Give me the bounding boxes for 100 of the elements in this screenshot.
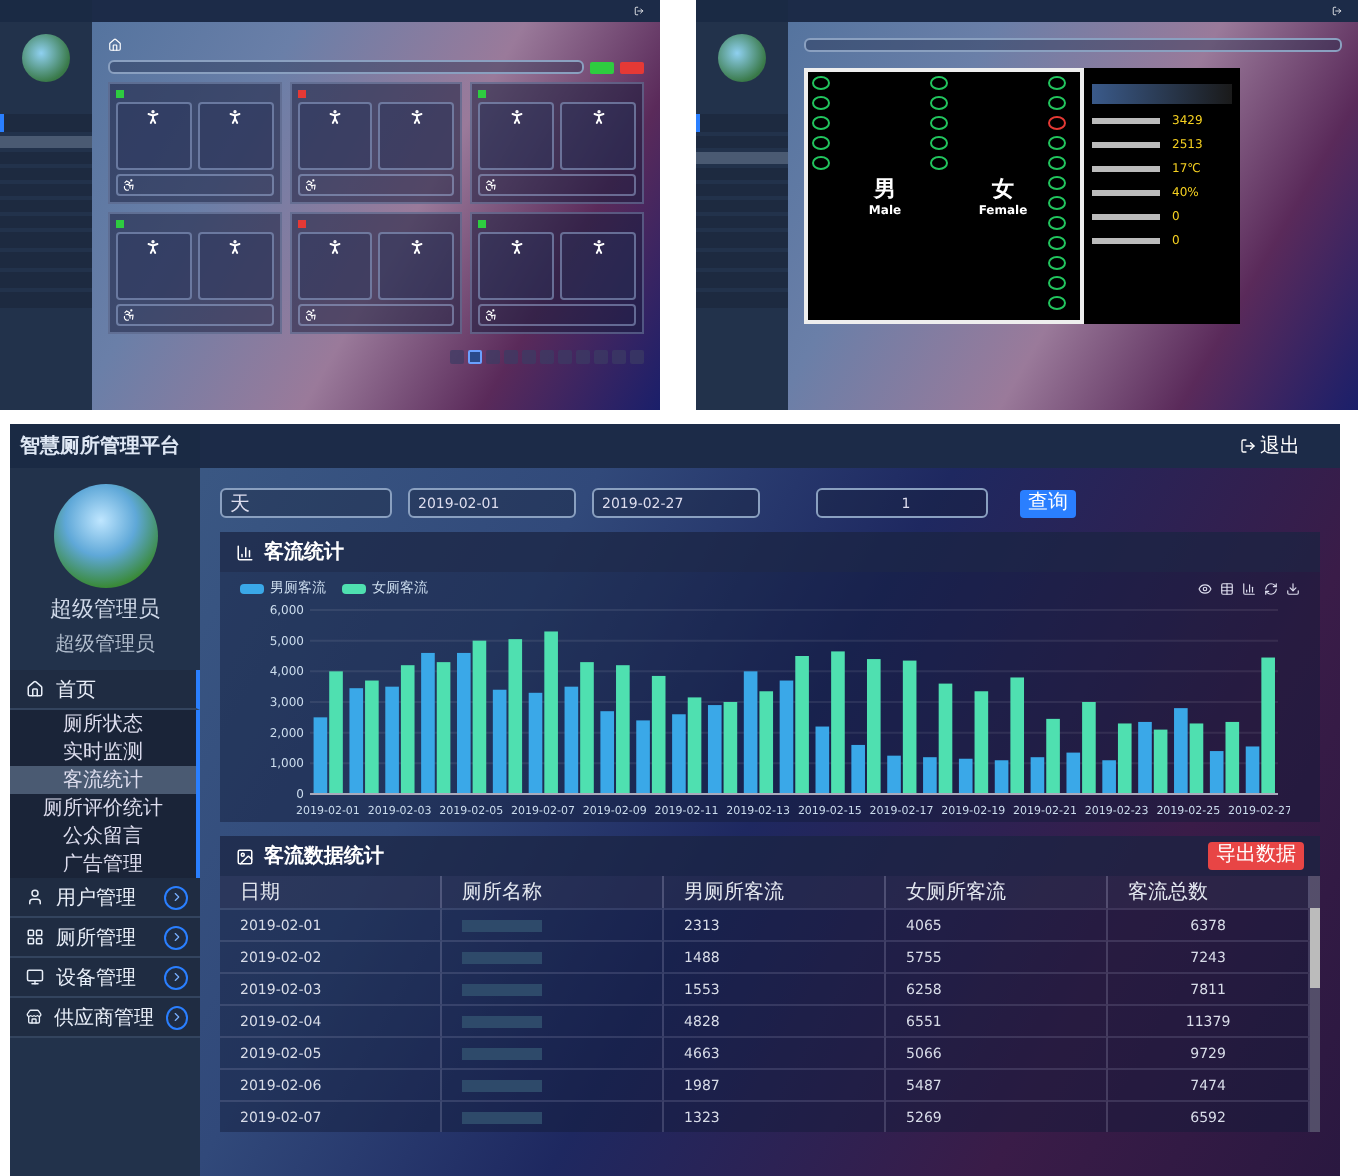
wheelchair-icon [122, 178, 136, 192]
home-icon [26, 680, 44, 698]
logout-icon[interactable] [634, 6, 644, 16]
nav-item[interactable]: 供应商管理 [10, 998, 200, 1038]
bar-chart-icon [236, 543, 254, 561]
scrollbar[interactable] [1310, 876, 1320, 1132]
user-icon [26, 888, 44, 906]
logout-icon [1240, 438, 1256, 454]
action-button[interactable] [620, 61, 644, 73]
chevron-icon [166, 1005, 188, 1029]
person-icon [326, 238, 345, 256]
column-header: 客流总数 [1108, 876, 1310, 908]
monitor-icon [26, 968, 44, 986]
chevron-icon [164, 965, 188, 989]
chevron-icon [164, 925, 188, 949]
grid-icon [26, 928, 44, 946]
wheelchair-icon [484, 308, 499, 322]
nav-item[interactable]: 厕所管理 [10, 918, 200, 958]
nav-subitem[interactable]: 厕所状态 [10, 710, 200, 738]
info-banner [1092, 84, 1232, 104]
person-icon [407, 238, 426, 256]
stat-label [1092, 166, 1160, 172]
nav-subitem[interactable] [696, 200, 788, 212]
download-icon[interactable] [1286, 581, 1300, 595]
logout-link[interactable]: 退出 [1240, 432, 1300, 460]
logout-icon[interactable] [1332, 6, 1342, 16]
column-header: 女厕所客流 [886, 876, 1109, 908]
column-header: 日期 [220, 876, 443, 908]
person-icon [144, 238, 163, 256]
redacted-name [462, 1079, 543, 1091]
stat-label [1092, 190, 1160, 196]
nav-item[interactable] [0, 114, 92, 132]
nav-subitem[interactable] [696, 168, 788, 180]
redacted-name [462, 919, 543, 931]
picture-icon [236, 847, 254, 865]
redacted-name [462, 1047, 543, 1059]
nav-subitem[interactable] [696, 216, 788, 228]
nav-subitem[interactable] [0, 200, 92, 212]
search-button[interactable]: 查询 [1020, 489, 1076, 517]
export-button[interactable]: 导出数据 [1208, 842, 1304, 870]
stat-label [1092, 238, 1160, 244]
person-icon [326, 108, 345, 126]
nav-item[interactable]: 首页 [10, 670, 200, 710]
nav-subitem[interactable]: 广告管理 [10, 850, 200, 878]
redacted-name [462, 951, 543, 963]
avatar [718, 34, 766, 82]
avatar [22, 34, 70, 82]
stat-label [1092, 214, 1160, 220]
nav-subitem[interactable]: 公众留言 [10, 822, 200, 850]
nav-subitem[interactable]: 实时监测 [10, 738, 200, 766]
user-role: 超级管理员 [55, 631, 155, 658]
wheelchair-icon [484, 178, 499, 192]
person-icon [407, 108, 426, 126]
legend-swatch [342, 583, 366, 593]
stat-label [1092, 118, 1160, 124]
store-icon [26, 1008, 43, 1026]
chevron-icon [164, 885, 188, 909]
nav-subitem[interactable]: 厕所评价统计 [10, 794, 200, 822]
person-icon [144, 108, 163, 126]
nav-subitem[interactable] [696, 152, 788, 164]
panel-title: 客流数据统计 [264, 842, 386, 870]
nav-subitem[interactable] [696, 184, 788, 196]
action-button[interactable] [590, 61, 614, 73]
panel-title: 客流统计 [264, 538, 346, 566]
app-title: 智慧厕所管理平台 [10, 424, 200, 468]
bar-chart-icon[interactable] [1242, 581, 1256, 595]
nav-item[interactable] [696, 114, 788, 132]
nav-subitem[interactable] [0, 152, 92, 164]
nav-subitem[interactable]: 客流统计 [10, 766, 200, 794]
legend-swatch [240, 583, 264, 593]
column-header: 男厕所客流 [664, 876, 887, 908]
redacted-name [462, 1015, 543, 1027]
eye-icon[interactable] [1198, 581, 1212, 595]
user-name: 超级管理员 [50, 594, 160, 624]
redacted-name [462, 1111, 543, 1123]
page-button[interactable] [468, 350, 482, 364]
wheelchair-icon [303, 178, 318, 192]
zone-label: 男 [874, 174, 896, 204]
redacted-name [462, 983, 543, 995]
avatar [53, 484, 157, 588]
table-icon[interactable] [1220, 581, 1234, 595]
period-select[interactable]: 天 [220, 488, 392, 518]
person-icon [226, 238, 245, 256]
wheelchair-icon [122, 308, 136, 322]
person-icon [589, 108, 608, 126]
refresh-icon[interactable] [1264, 581, 1278, 595]
wheelchair-icon [303, 308, 318, 322]
zone-label: 女 [992, 174, 1014, 204]
nav-subitem[interactable] [0, 168, 92, 180]
person-icon [226, 108, 245, 126]
person-icon [589, 238, 608, 256]
person-icon [507, 108, 526, 126]
nav-item[interactable]: 用户管理 [10, 878, 200, 918]
person-icon [507, 238, 526, 256]
home-icon [108, 38, 122, 52]
nav-item[interactable]: 设备管理 [10, 958, 200, 998]
stat-label [1092, 142, 1160, 148]
nav-subitem[interactable] [0, 216, 92, 228]
search-field[interactable] [108, 60, 584, 74]
nav-subitem[interactable] [0, 184, 92, 196]
